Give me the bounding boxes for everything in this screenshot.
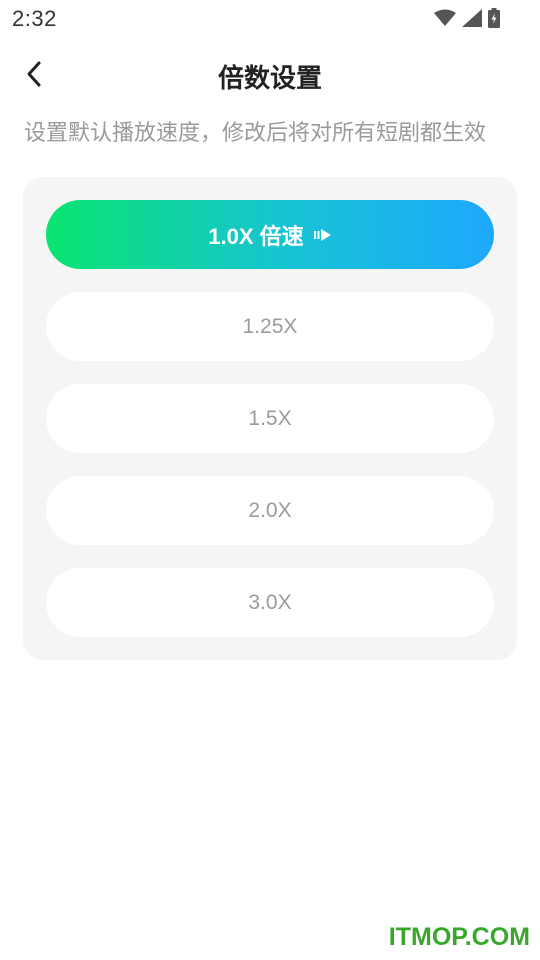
wifi-icon bbox=[434, 9, 456, 27]
status-bar: 2:32 bbox=[0, 0, 540, 38]
watermark: ITMOP.COM bbox=[388, 923, 530, 951]
speed-option-label: 1.0X 倍速 bbox=[208, 223, 304, 249]
battery-charging-icon bbox=[488, 8, 500, 28]
header: 倍数设置 bbox=[0, 50, 540, 100]
description-text: 设置默认播放速度，修改后将对所有短剧都生效 bbox=[24, 120, 487, 145]
speed-option-label: 1.5X bbox=[248, 406, 292, 430]
status-icons bbox=[434, 8, 500, 28]
speed-option-1-5x[interactable]: 1.5X bbox=[46, 384, 494, 453]
speed-options-panel: 1.0X 倍速 1.25X 1.5X 2.0X 3.0X bbox=[23, 177, 517, 660]
speed-option-2-0x[interactable]: 2.0X bbox=[46, 476, 494, 545]
page-title: 倍数设置 bbox=[217, 63, 322, 93]
cell-signal-icon bbox=[462, 9, 482, 27]
status-time: 2:32 bbox=[12, 6, 57, 31]
speed-option-label: 3.0X bbox=[248, 590, 292, 614]
speed-option-1-0x[interactable]: 1.0X 倍速 bbox=[46, 200, 494, 269]
play-fast-icon bbox=[313, 228, 332, 242]
speed-option-label: 2.0X bbox=[248, 498, 292, 522]
speed-option-3-0x[interactable]: 3.0X bbox=[46, 568, 494, 637]
speed-option-label: 1.25X bbox=[242, 314, 298, 338]
speed-option-1-25x[interactable]: 1.25X bbox=[46, 292, 494, 361]
